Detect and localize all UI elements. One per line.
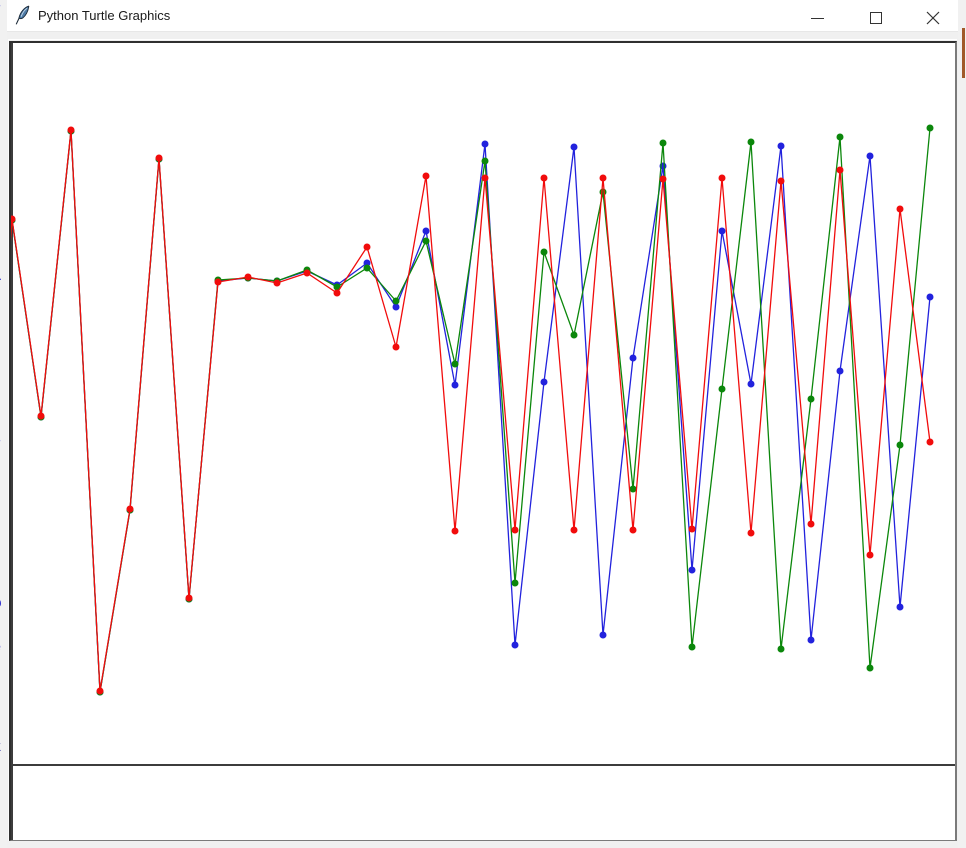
red-series-dot [186, 595, 193, 602]
green-series-dot [897, 442, 904, 449]
red-series-dot [127, 506, 134, 513]
red-series-dot [927, 439, 934, 446]
blue-series-dot [393, 304, 400, 311]
blue-series-dot [808, 637, 815, 644]
red-series-dot [630, 527, 637, 534]
blue-series-dot [778, 143, 785, 150]
turtle-plot-svg [11, 43, 955, 840]
green-series-dot [837, 134, 844, 141]
background-text-fragment: s [0, 0, 7, 10]
green-series-line [11, 128, 930, 692]
green-series-dot [452, 361, 459, 368]
background-text-fragment: r [0, 544, 7, 558]
red-series-dot [512, 527, 519, 534]
green-series-dot [423, 238, 430, 245]
title-bar[interactable]: Python Turtle Graphics [7, 0, 958, 32]
red-series-dot [778, 178, 785, 185]
turtle-canvas [11, 43, 955, 840]
red-series-dot [274, 280, 281, 287]
red-series-dot [364, 244, 371, 251]
blue-series-dot [837, 368, 844, 375]
red-series-dot [245, 274, 252, 281]
red-series-dot [304, 270, 311, 277]
green-series-dot [808, 396, 815, 403]
blue-series-dot [600, 632, 607, 639]
red-series-dot [541, 175, 548, 182]
background-text-fragment: i [0, 209, 7, 223]
background-text-fragment: k [0, 739, 7, 753]
minimize-icon [811, 18, 824, 19]
green-series-dot [482, 158, 489, 165]
red-series-dot [600, 175, 607, 182]
red-series-dot [748, 530, 755, 537]
close-button[interactable] [912, 0, 956, 31]
blue-series-dot [423, 228, 430, 235]
red-series-dot [452, 528, 459, 535]
green-series-dot [689, 644, 696, 651]
red-series-dot [156, 155, 163, 162]
minimize-button[interactable] [796, 0, 840, 31]
blue-series-dot [719, 228, 726, 235]
tk-feather-icon [14, 5, 32, 26]
blue-series-line [11, 131, 930, 692]
red-series-dot [719, 175, 726, 182]
blue-series-dot [452, 382, 459, 389]
blue-series-dot [689, 567, 696, 574]
red-series-dot [215, 279, 222, 286]
red-series-dot [897, 206, 904, 213]
red-series-dot [571, 527, 578, 534]
green-series-dot [364, 265, 371, 272]
green-series-dot [778, 646, 785, 653]
green-series-dot [748, 139, 755, 146]
background-text-fragment: p [0, 595, 7, 609]
maximize-icon [870, 12, 882, 24]
blue-series-dot [541, 379, 548, 386]
blue-series-dot [482, 141, 489, 148]
red-series-dot [482, 175, 489, 182]
blue-series-dot [867, 153, 874, 160]
red-series-dot [38, 413, 45, 420]
red-series-dot [68, 127, 75, 134]
green-series-dot [541, 249, 548, 256]
red-series-dot [393, 344, 400, 351]
blue-series-dot [927, 294, 934, 301]
maximize-button[interactable] [854, 0, 898, 31]
background-text-fragment: i [0, 146, 7, 160]
red-series-line [11, 130, 930, 691]
green-series-dot [630, 486, 637, 493]
red-series-dot [97, 688, 104, 695]
blue-series-dot [571, 144, 578, 151]
green-series-dot [867, 665, 874, 672]
green-series-dot [512, 580, 519, 587]
background-text-fragment: s [0, 431, 7, 445]
blue-series-dot [512, 642, 519, 649]
blue-series-dot [897, 604, 904, 611]
background-text-fragment: e [0, 639, 7, 653]
red-series-dot [660, 176, 667, 183]
red-series-dot [689, 526, 696, 533]
red-series-dot [867, 552, 874, 559]
scrolled-canvas-frame [8, 39, 957, 841]
green-series-dot [927, 125, 934, 132]
green-series-dot [600, 189, 607, 196]
close-icon [926, 11, 940, 25]
background-window-right-edge [957, 0, 966, 848]
red-series-dot [837, 167, 844, 174]
green-series-dot [393, 298, 400, 305]
blue-series-dot [748, 381, 755, 388]
blue-series-dot [630, 355, 637, 362]
window-title: Python Turtle Graphics [38, 0, 170, 31]
canvas-sunken-border [9, 41, 957, 841]
background-text-fragment: r [0, 392, 7, 406]
green-series-dot [571, 332, 578, 339]
turtle-graphics-window: Python Turtle Graphics [7, 0, 958, 848]
red-series-dot [808, 521, 815, 528]
red-series-dot [334, 290, 341, 297]
green-series-dot [719, 386, 726, 393]
background-text-fragment: a [0, 268, 7, 282]
background-window-color-sliver [962, 28, 965, 78]
red-series-dot [423, 173, 430, 180]
green-series-dot [660, 140, 667, 147]
